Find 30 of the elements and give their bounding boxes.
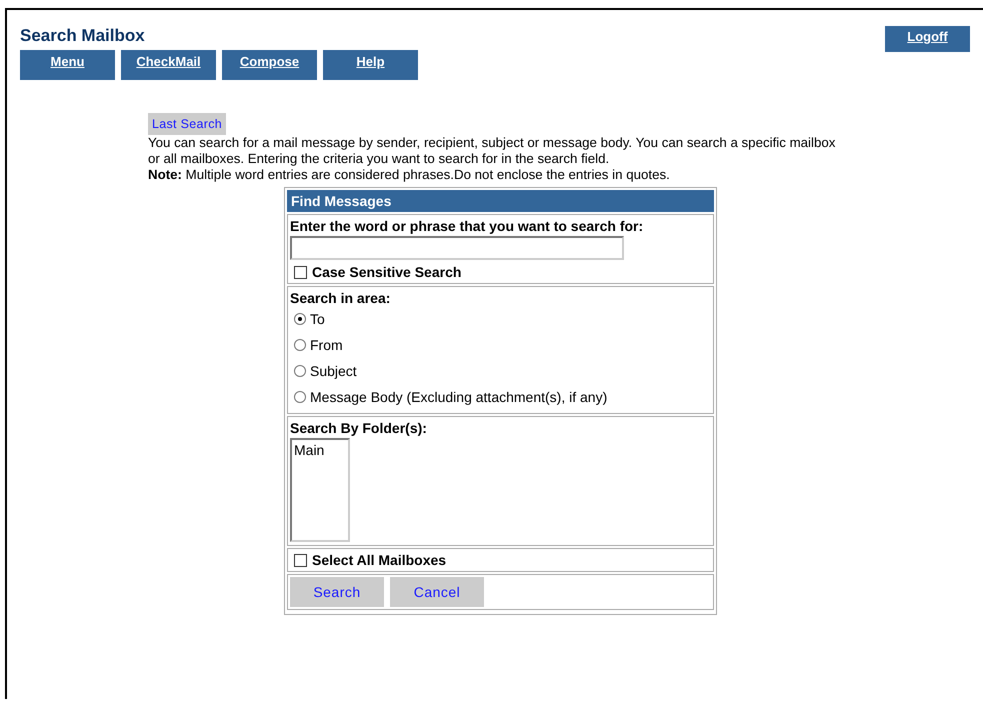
folder-list[interactable]: Main xyxy=(290,438,350,542)
radio-button[interactable] xyxy=(294,339,306,351)
query-label: Enter the word or phrase that you want to search for: xyxy=(290,218,644,234)
radio-button[interactable] xyxy=(294,313,306,325)
radio-label: Message Body (Excluding attachment(s), if any) xyxy=(310,389,608,405)
radio-button[interactable] xyxy=(294,391,306,403)
form-button[interactable]: Search xyxy=(290,577,384,607)
logoff-button[interactable]: Logoff xyxy=(885,26,970,52)
checkbox-label: Case Sensitive Search xyxy=(312,264,462,280)
area-label: Search in area: xyxy=(290,290,392,306)
folder-label: Search By Folder(s): xyxy=(290,420,428,436)
radio-label: Subject xyxy=(310,363,357,379)
checkbox[interactable] xyxy=(294,554,307,566)
page-title: Search Mailbox xyxy=(20,26,146,46)
nav-button[interactable]: CheckMail xyxy=(121,50,216,80)
form-title: Find Messages xyxy=(287,190,714,212)
nav-button[interactable]: Help xyxy=(323,50,418,80)
last-search-link[interactable]: Last Search xyxy=(148,113,226,135)
folder-item[interactable]: Main xyxy=(294,442,346,458)
checkbox-label: Select All Mailboxes xyxy=(312,552,446,568)
radio-label: From xyxy=(310,337,343,353)
nav-button[interactable]: Compose xyxy=(222,50,317,80)
radio-label: To xyxy=(310,311,325,327)
note-text: Note: Multiple word entries are considered phrases.Do not enclose the entries in quotes. xyxy=(148,167,671,183)
form-button[interactable]: Cancel xyxy=(390,577,484,607)
radio-button[interactable] xyxy=(294,365,306,377)
checkbox[interactable] xyxy=(294,266,307,278)
intro-text: You can search for a mail message by sender, recipient, subject or message body. You can search a specific mailbox or all mailboxes. Entering the criteria you want to search for in the search field. xyxy=(148,135,836,167)
nav-button[interactable]: Menu xyxy=(20,50,115,80)
search-field[interactable] xyxy=(290,236,624,260)
